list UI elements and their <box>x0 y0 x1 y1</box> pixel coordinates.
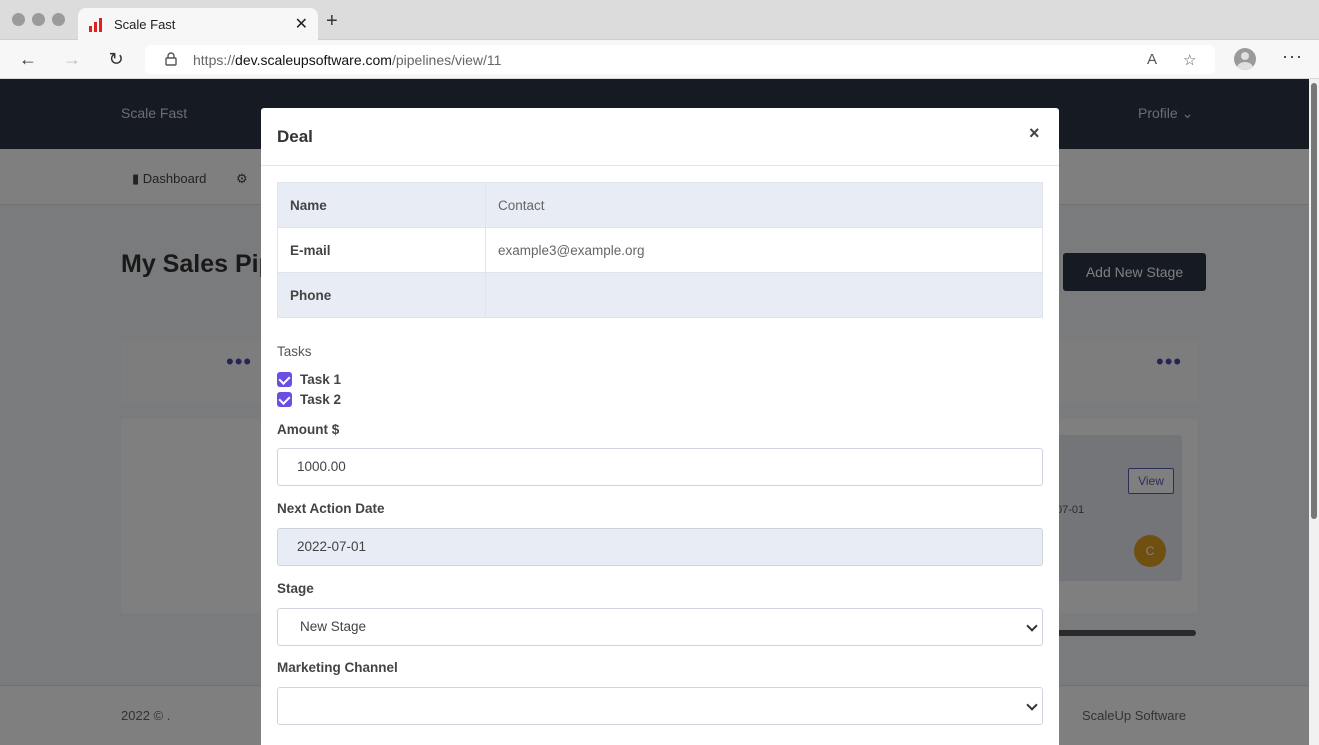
browser-tab-bar: Scale Fast ✕ + <box>0 0 1319 41</box>
task-checkbox-1[interactable]: Task 1 <box>277 372 341 387</box>
new-tab-icon[interactable]: + <box>326 11 338 31</box>
minimize-window-button[interactable] <box>32 13 45 26</box>
bar-chart-logo-icon <box>89 18 102 32</box>
amount-label: Amount $ <box>277 422 340 437</box>
checkbox-checked-icon[interactable] <box>277 372 292 387</box>
table-row: Phone <box>277 272 1043 318</box>
phone-value <box>485 272 1043 318</box>
modal-title: Deal <box>277 127 313 146</box>
name-label: Name <box>277 182 486 228</box>
lock-icon <box>165 52 177 66</box>
contact-info-table: Name Contact E-mail example3@example.org… <box>277 182 1043 318</box>
maximize-window-button[interactable] <box>52 13 65 26</box>
read-aloud-icon[interactable]: A <box>1147 51 1157 68</box>
phone-label: Phone <box>277 272 486 318</box>
table-row: E-mail example3@example.org <box>277 227 1043 273</box>
url-text: https://dev.scaleupsoftware.com/pipeline… <box>193 52 502 68</box>
amount-input[interactable]: 1000.00 <box>277 448 1043 486</box>
modal-header: Deal × <box>261 108 1059 166</box>
more-options-icon[interactable]: ··· <box>1282 46 1303 67</box>
stage-select[interactable]: New Stage <box>277 608 1043 646</box>
url-field[interactable]: https://dev.scaleupsoftware.com/pipeline… <box>145 45 1215 74</box>
next-action-date-input[interactable]: 2022-07-01 <box>277 528 1043 566</box>
email-label: E-mail <box>277 227 486 273</box>
marketing-channel-select[interactable] <box>277 687 1043 725</box>
forward-icon[interactable]: → <box>60 48 84 70</box>
table-row: Name Contact <box>277 182 1043 228</box>
vertical-scrollbar-thumb[interactable] <box>1311 83 1317 519</box>
close-window-button[interactable] <box>12 13 25 26</box>
browser-profile-icon[interactable] <box>1234 48 1256 70</box>
stage-label: Stage <box>277 581 314 596</box>
back-icon[interactable]: ← <box>16 48 40 70</box>
close-tab-icon[interactable]: ✕ <box>295 14 308 34</box>
email-value: example3@example.org <box>485 227 1043 273</box>
task-checkbox-2[interactable]: Task 2 <box>277 392 341 407</box>
next-action-date-label: Next Action Date <box>277 501 385 516</box>
deal-modal: Deal × Name Contact E-mail example3@exam… <box>261 108 1059 745</box>
close-icon[interactable]: × <box>1029 123 1040 144</box>
name-value: Contact <box>485 182 1043 228</box>
vertical-scrollbar[interactable] <box>1309 79 1319 745</box>
browser-tab[interactable]: Scale Fast ✕ <box>78 8 318 41</box>
marketing-channel-label: Marketing Channel <box>277 660 398 675</box>
tab-title: Scale Fast <box>114 17 176 32</box>
reload-icon[interactable]: ↻ <box>104 48 128 70</box>
address-bar-row: ← → ↻ https://dev.scaleupsoftware.com/pi… <box>0 40 1319 79</box>
tasks-label: Tasks <box>277 344 312 359</box>
checkbox-checked-icon[interactable] <box>277 392 292 407</box>
favorite-star-icon[interactable]: ☆ <box>1183 51 1196 69</box>
